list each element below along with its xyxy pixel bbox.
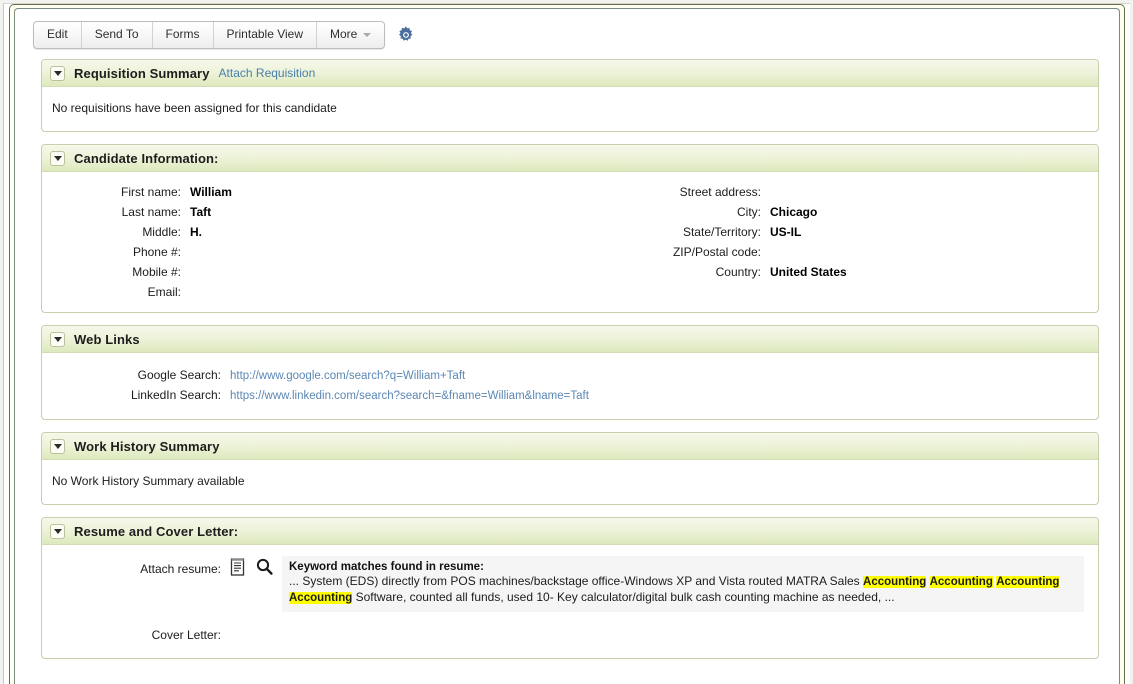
attach-resume-label: Attach resume: [52,556,230,576]
field-row: Email: [42,282,570,302]
candidate-information-title: Candidate Information: [74,151,218,166]
collapse-toggle-icon[interactable] [50,439,65,454]
field-row: Mobile #: [42,262,570,282]
keyword-highlight: Accounting [863,576,926,588]
field-row: City:Chicago [570,202,1098,222]
keyword-context-text: Software, counted all funds, used 10- Ke… [352,590,894,604]
work-history-section: Work History Summary No Work History Sum… [41,432,1099,505]
linkedin-search-row: LinkedIn Search: https://www.linkedin.co… [52,385,1084,405]
toolbar-button-group: Edit Send To Forms Printable View More [33,21,385,49]
mobile-label: Mobile #: [42,265,190,279]
street-address-label: Street address: [570,185,770,199]
work-history-title: Work History Summary [74,439,220,454]
printable-view-button-label: Printable View [227,27,304,41]
action-toolbar: Edit Send To Forms Printable View More [15,9,1119,59]
edit-button-label: Edit [47,27,68,41]
state-territory-value: US-IL [770,225,801,239]
last-name-value: Taft [190,205,211,219]
requisition-summary-body: No requisitions have been assigned for t… [42,87,1098,131]
city-value: Chicago [770,205,817,219]
email-label: Email: [42,285,190,299]
work-history-header: Work History Summary [42,433,1098,460]
country-value: United States [770,265,847,279]
resume-cover-letter-body: Attach resume: [42,545,1098,658]
attach-requisition-link[interactable]: Attach Requisition [219,66,316,80]
keyword-highlight: Accounting [996,576,1059,588]
phone-label: Phone #: [42,245,190,259]
linkedin-search-link[interactable]: https://www.linkedin.com/search?search=&… [230,390,589,402]
field-row: Country:United States [570,262,1098,282]
collapse-toggle-icon[interactable] [50,66,65,81]
field-row: Street address: [570,182,1098,202]
more-button[interactable]: More [317,22,384,48]
send-to-button-label: Send To [95,27,139,41]
state-territory-label: State/Territory: [570,225,770,239]
field-row: Last name:Taft [42,202,570,222]
keyword-highlight: Accounting [930,576,993,588]
google-search-label: Google Search: [52,368,230,382]
candidate-fields-right: Street address: City:Chicago State/Terri… [570,182,1098,302]
more-button-label: More [330,27,357,41]
linkedin-search-label: LinkedIn Search: [52,388,230,402]
requisition-summary-header: Requisition Summary Attach Requisition [42,60,1098,87]
document-icon[interactable] [230,558,246,581]
web-links-header: Web Links [42,326,1098,353]
printable-view-button[interactable]: Printable View [214,22,318,48]
requisition-summary-section: Requisition Summary Attach Requisition N… [41,59,1099,132]
resume-cover-letter-section: Resume and Cover Letter: Attach resume: [41,517,1099,659]
last-name-label: Last name: [42,205,190,219]
field-row: Phone #: [42,242,570,262]
middle-label: Middle: [42,225,190,239]
middle-value: H. [190,225,202,239]
keyword-context-text: ... System (EDS) directly from POS machi… [289,574,863,588]
keyword-highlight: Accounting [289,592,352,604]
requisition-empty-message: No requisitions have been assigned for t… [52,99,1084,117]
settings-gear-button[interactable] [396,25,416,45]
resume-cover-letter-title: Resume and Cover Letter: [74,524,238,539]
send-to-button[interactable]: Send To [82,22,153,48]
country-label: Country: [570,265,770,279]
resume-cover-letter-header: Resume and Cover Letter: [42,518,1098,545]
candidate-fields-left: First name:William Last name:Taft Middle… [42,182,570,302]
forms-button[interactable]: Forms [153,22,214,48]
chevron-down-icon [363,33,371,37]
candidate-fields-grid: First name:William Last name:Taft Middle… [42,172,1098,312]
field-row: State/Territory:US-IL [570,222,1098,242]
zip-label: ZIP/Postal code: [570,245,770,259]
page-content: Edit Send To Forms Printable View More R… [14,8,1120,684]
gear-icon [396,25,416,45]
browser-viewport: Edit Send To Forms Printable View More R… [0,0,1133,684]
web-links-body: Google Search: http://www.google.com/sea… [42,353,1098,419]
field-row: First name:William [42,182,570,202]
city-label: City: [570,205,770,219]
collapse-toggle-icon[interactable] [50,524,65,539]
field-row: Middle:H. [42,222,570,242]
work-history-body: No Work History Summary available [42,460,1098,504]
candidate-information-header: Candidate Information: [42,145,1098,172]
web-links-title: Web Links [74,332,140,347]
magnifier-icon[interactable] [256,558,273,581]
cover-letter-row: Cover Letter: [52,612,1084,644]
collapse-toggle-icon[interactable] [50,151,65,166]
first-name-value: William [190,185,232,199]
keyword-match-text: ... System (EDS) directly from POS machi… [289,574,1077,606]
collapse-toggle-icon[interactable] [50,332,65,347]
web-links-section: Web Links Google Search: http://www.goog… [41,325,1099,420]
page-panel: Edit Send To Forms Printable View More R… [9,4,1125,684]
cover-letter-label: Cover Letter: [52,628,230,642]
attach-resume-row: Attach resume: [52,553,1084,612]
candidate-information-section: Candidate Information: First name:Willia… [41,144,1099,313]
keyword-match-panel: Keyword matches found in resume: ... Sys… [282,556,1084,612]
work-history-empty-message: No Work History Summary available [52,472,1084,490]
google-search-row: Google Search: http://www.google.com/sea… [52,365,1084,385]
google-search-link[interactable]: http://www.google.com/search?q=William+T… [230,370,465,382]
edit-button[interactable]: Edit [34,22,82,48]
first-name-label: First name: [42,185,190,199]
keyword-match-title: Keyword matches found in resume: [289,561,1077,573]
forms-button-label: Forms [166,27,200,41]
requisition-summary-title: Requisition Summary [74,66,210,81]
field-row: ZIP/Postal code: [570,242,1098,262]
